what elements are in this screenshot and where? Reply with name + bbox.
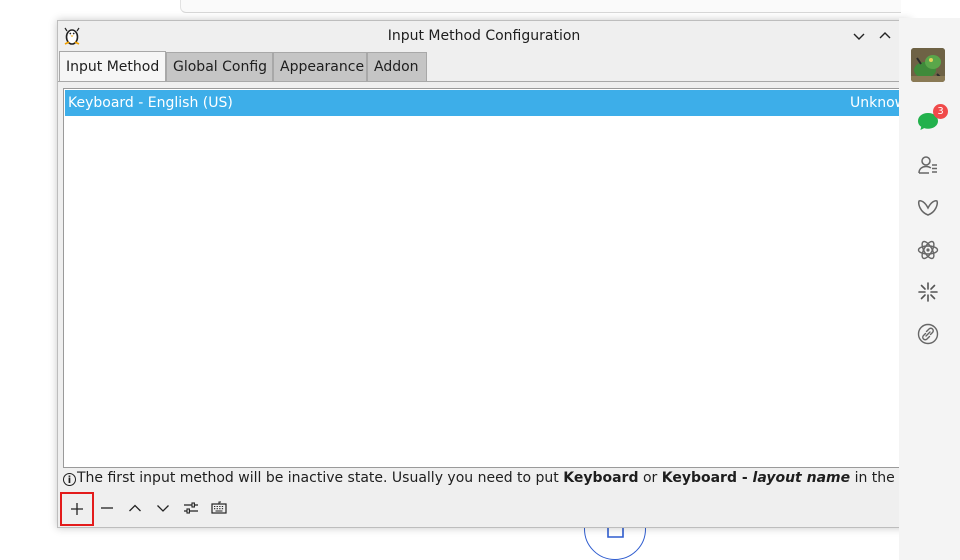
- butterfly-button[interactable]: [915, 195, 941, 221]
- input-method-tab-pane: Keyboard - English (US) Unknown i The fir…: [58, 81, 910, 527]
- keyboard-layout-icon: [211, 501, 227, 514]
- sparkle-icon: [918, 282, 938, 302]
- move-down-button[interactable]: [149, 494, 177, 522]
- hint-text: i The first input method will be inactive…: [63, 470, 910, 486]
- remove-button[interactable]: [93, 494, 121, 522]
- background-window-edge: [180, 0, 901, 13]
- tab-appearance[interactable]: Appearance: [273, 52, 367, 81]
- input-method-config-window: Input Method Configuration Input Method …: [57, 20, 911, 528]
- window-title: Input Method Configuration: [387, 28, 581, 44]
- link-button[interactable]: [915, 321, 941, 347]
- avatar[interactable]: [911, 48, 945, 82]
- title-bar[interactable]: Input Method Configuration: [58, 21, 910, 51]
- contacts-button[interactable]: [915, 152, 941, 178]
- add-icon: [71, 503, 83, 515]
- remove-icon: [101, 507, 113, 509]
- move-up-icon: [129, 504, 141, 512]
- tab-global-config[interactable]: Global Config: [166, 52, 273, 81]
- atom-icon: [917, 240, 939, 260]
- side-dock: 3: [899, 18, 960, 560]
- input-method-list[interactable]: Keyboard - English (US) Unknown: [63, 88, 910, 468]
- chevron-down-icon: [853, 33, 865, 40]
- input-method-name: Keyboard - English (US): [68, 95, 233, 111]
- tab-input-method[interactable]: Input Method: [59, 51, 166, 81]
- configure-icon: [184, 502, 198, 514]
- chevron-up-icon: [879, 32, 891, 39]
- link-icon: [917, 323, 939, 345]
- move-up-button[interactable]: [121, 494, 149, 522]
- butterfly-icon: [918, 200, 938, 216]
- minimize-button[interactable]: [850, 27, 868, 45]
- configure-button[interactable]: [177, 494, 205, 522]
- tab-addon[interactable]: Addon: [367, 52, 427, 81]
- keyboard-layout-button[interactable]: [205, 494, 233, 522]
- sparkle-button[interactable]: [915, 279, 941, 305]
- move-down-icon: [157, 505, 169, 512]
- info-icon: i: [63, 473, 76, 486]
- add-button[interactable]: [60, 492, 94, 526]
- atom-button[interactable]: [915, 237, 941, 263]
- unread-badge: 3: [933, 104, 948, 119]
- contacts-icon: [918, 156, 937, 174]
- maximize-button[interactable]: [876, 27, 894, 45]
- list-item[interactable]: Keyboard - English (US) Unknown: [65, 90, 910, 116]
